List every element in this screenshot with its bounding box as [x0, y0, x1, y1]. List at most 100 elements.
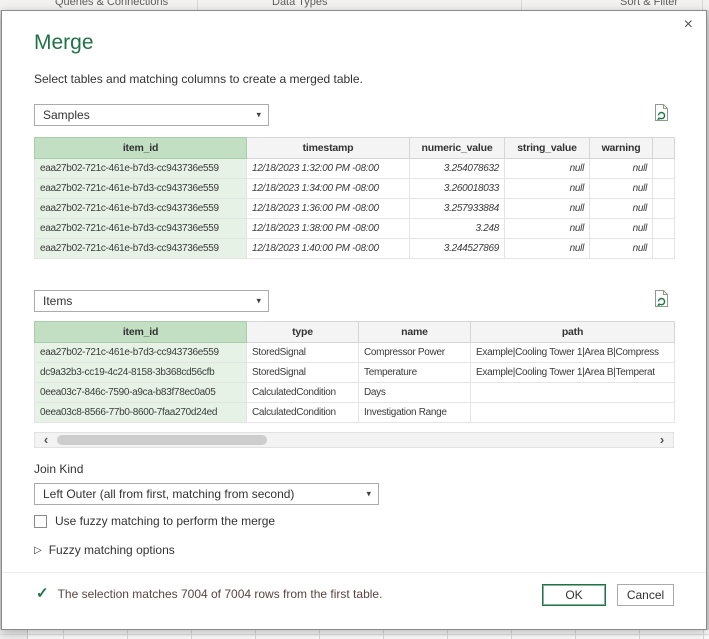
filler-cell [653, 159, 675, 179]
fuzzy-options-expander[interactable]: ▷ Fuzzy matching options [34, 543, 175, 557]
filler-cell [653, 219, 675, 239]
ribbon-separator [197, 0, 198, 10]
column-header-timestamp[interactable]: timestamp [247, 138, 410, 159]
first-table-preview: item_id timestamp numeric_value string_v… [34, 137, 675, 259]
cell-path[interactable]: Example|Cooling Tower 1|Area B|Compress [471, 343, 675, 363]
column-header-type[interactable]: type [247, 322, 359, 343]
cell-type[interactable]: CalculatedCondition [247, 383, 359, 403]
ok-button[interactable]: OK [542, 584, 606, 606]
dialog-title: Merge [34, 31, 94, 55]
cell-string-value[interactable]: null [505, 179, 590, 199]
gridline [0, 634, 709, 635]
cell-warning[interactable]: null [590, 159, 653, 179]
footer-divider [2, 572, 706, 573]
ribbon-separator [521, 0, 522, 10]
column-header-string-value[interactable]: string_value [505, 138, 590, 159]
chevron-down-icon: ▾ [366, 489, 371, 500]
second-table-select[interactable]: Items ▾ [34, 290, 269, 312]
dialog-subtitle: Select tables and matching columns to cr… [34, 72, 363, 86]
table-row: eaa27b02-721c-461e-b7d3-cc943736e559 12/… [35, 239, 675, 259]
join-kind-select[interactable]: Left Outer (all from first, matching fro… [34, 483, 379, 505]
cell-path[interactable]: Example|Cooling Tower 1|Area B|Temperat [471, 363, 675, 383]
cell-warning[interactable]: null [590, 239, 653, 259]
excel-window: Queries & Connections Data Types Sort & … [0, 0, 709, 639]
cell-string-value[interactable]: null [505, 239, 590, 259]
cell-item-id[interactable]: eaa27b02-721c-461e-b7d3-cc943736e559 [35, 199, 247, 219]
cell-numeric-value[interactable]: 3.257933884 [410, 199, 505, 219]
cell-item-id[interactable]: eaa27b02-721c-461e-b7d3-cc943736e559 [35, 343, 247, 363]
cell-numeric-value[interactable]: 3.244527869 [410, 239, 505, 259]
column-header-name[interactable]: name [359, 322, 471, 343]
cell-name[interactable]: Days [359, 383, 471, 403]
cell-string-value[interactable]: null [505, 219, 590, 239]
cell-warning[interactable]: null [590, 199, 653, 219]
cell-name[interactable]: Temperature [359, 363, 471, 383]
scroll-right-icon[interactable]: › [653, 433, 671, 447]
second-table-preview: item_id type name path eaa27b02-721c-461… [34, 321, 675, 423]
cell-item-id[interactable]: eaa27b02-721c-461e-b7d3-cc943736e559 [35, 219, 247, 239]
ribbon-group-data-types: Data Types [272, 0, 327, 8]
cell-numeric-value[interactable]: 3.248 [410, 219, 505, 239]
column-header-warning[interactable]: warning [590, 138, 653, 159]
cell-numeric-value[interactable]: 3.254078632 [410, 159, 505, 179]
table-row: eaa27b02-721c-461e-b7d3-cc943736e559 12/… [35, 219, 675, 239]
column-header-item-id[interactable]: item_id [35, 322, 247, 343]
table-row: 0eea03c8-8566-77b0-8600-7faa270d24ed Cal… [35, 403, 675, 423]
first-table-select-value: Samples [43, 108, 90, 122]
cell-type[interactable]: StoredSignal [247, 363, 359, 383]
chevron-down-icon: ▾ [256, 296, 261, 307]
cell-timestamp[interactable]: 12/18/2023 1:34:00 PM -08:00 [247, 179, 410, 199]
ribbon-separator [702, 0, 703, 10]
cell-warning[interactable]: null [590, 219, 653, 239]
header-row: item_id timestamp numeric_value string_v… [35, 138, 675, 159]
ribbon-group-queries-connections: Queries & Connections [55, 0, 168, 8]
scrollbar-thumb[interactable] [57, 435, 267, 445]
header-row: item_id type name path [35, 322, 675, 343]
table-row: dc9a32b3-cc19-4c24-8158-3b368cd56cfb Sto… [35, 363, 675, 383]
cell-type[interactable]: CalculatedCondition [247, 403, 359, 423]
refresh-preview-icon[interactable] [653, 103, 673, 123]
cell-timestamp[interactable]: 12/18/2023 1:36:00 PM -08:00 [247, 199, 410, 219]
cell-item-id[interactable]: eaa27b02-721c-461e-b7d3-cc943736e559 [35, 159, 247, 179]
cell-string-value[interactable]: null [505, 159, 590, 179]
fuzzy-options-label: Fuzzy matching options [49, 543, 175, 557]
chevron-down-icon: ▾ [256, 110, 261, 121]
status-row: ✓ The selection matches 7004 of 7004 row… [36, 586, 382, 601]
close-icon[interactable]: × [684, 17, 693, 33]
cell-item-id[interactable]: eaa27b02-721c-461e-b7d3-cc943736e559 [35, 239, 247, 259]
refresh-preview-icon[interactable] [653, 289, 673, 309]
cell-name[interactable]: Compressor Power [359, 343, 471, 363]
cell-name[interactable]: Investigation Range [359, 403, 471, 423]
cell-path[interactable] [471, 383, 675, 403]
table-row: eaa27b02-721c-461e-b7d3-cc943736e559 12/… [35, 179, 675, 199]
filler-cell [653, 179, 675, 199]
column-header-numeric-value[interactable]: numeric_value [410, 138, 505, 159]
cell-timestamp[interactable]: 12/18/2023 1:40:00 PM -08:00 [247, 239, 410, 259]
merge-dialog: × Merge Select tables and matching colum… [1, 10, 707, 630]
cell-path[interactable] [471, 403, 675, 423]
worksheet-strip [0, 630, 709, 639]
success-check-icon: ✓ [36, 586, 49, 601]
fuzzy-matching-checkbox[interactable] [34, 515, 47, 528]
table-row: eaa27b02-721c-461e-b7d3-cc943736e559 12/… [35, 199, 675, 219]
fuzzy-matching-label: Use fuzzy matching to perform the merge [55, 514, 275, 528]
first-table-select[interactable]: Samples ▾ [34, 104, 269, 126]
column-header-item-id[interactable]: item_id [35, 138, 247, 159]
column-header-path[interactable]: path [471, 322, 675, 343]
filler-cell [653, 239, 675, 259]
cancel-button[interactable]: Cancel [617, 584, 674, 606]
cell-numeric-value[interactable]: 3.260018033 [410, 179, 505, 199]
scroll-left-icon[interactable]: ‹ [37, 433, 55, 447]
cell-item-id[interactable]: eaa27b02-721c-461e-b7d3-cc943736e559 [35, 179, 247, 199]
cell-timestamp[interactable]: 12/18/2023 1:38:00 PM -08:00 [247, 219, 410, 239]
cell-item-id[interactable]: dc9a32b3-cc19-4c24-8158-3b368cd56cfb [35, 363, 247, 383]
cell-item-id[interactable]: 0eea03c8-8566-77b0-8600-7faa270d24ed [35, 403, 247, 423]
filler-header [653, 138, 675, 159]
cell-timestamp[interactable]: 12/18/2023 1:32:00 PM -08:00 [247, 159, 410, 179]
cell-item-id[interactable]: 0eea03c7-846c-7590-a9ca-b83f78ec0a05 [35, 383, 247, 403]
horizontal-scrollbar[interactable]: ‹ › [34, 432, 674, 448]
cell-type[interactable]: StoredSignal [247, 343, 359, 363]
fuzzy-matching-row[interactable]: Use fuzzy matching to perform the merge [34, 514, 275, 528]
cell-warning[interactable]: null [590, 179, 653, 199]
cell-string-value[interactable]: null [505, 199, 590, 219]
